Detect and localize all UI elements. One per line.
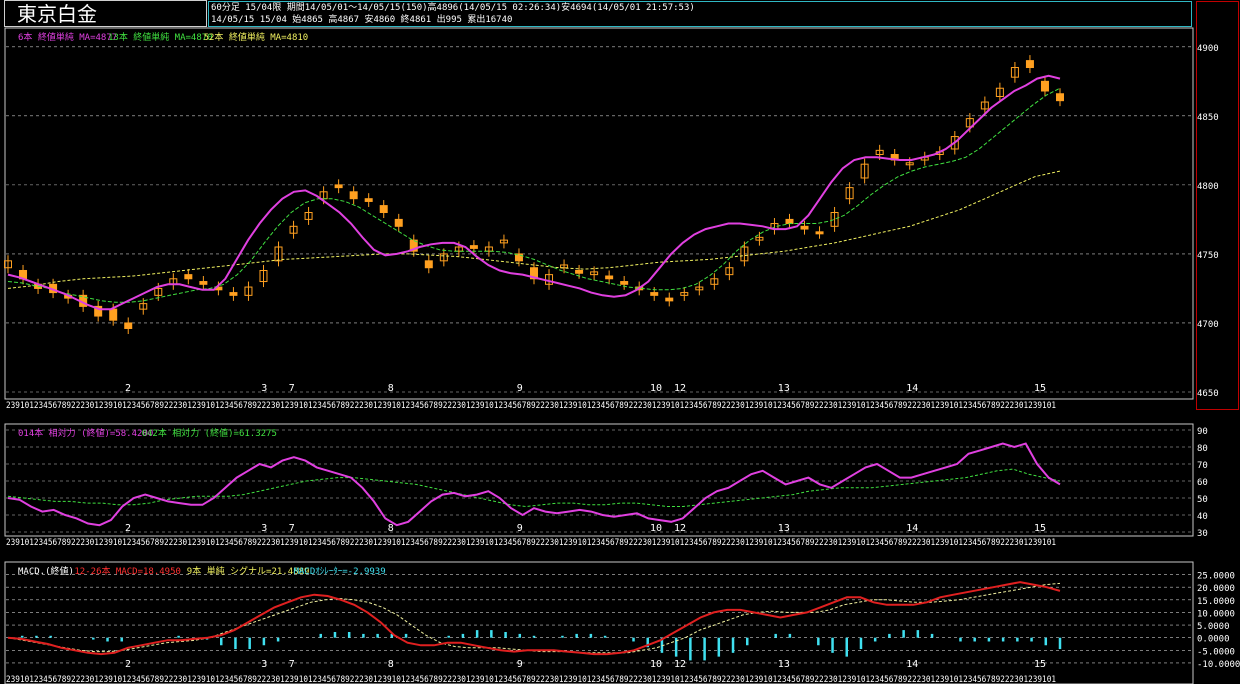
price-legend-entry: 52本 終値単純 MA=4810 xyxy=(204,31,309,43)
macd-date-label: 3 xyxy=(261,659,267,670)
price-date-label: 12 xyxy=(674,383,686,394)
candle-body xyxy=(124,322,133,329)
macd-date-label: 10 xyxy=(650,659,662,670)
macd-date-label: 9 xyxy=(517,659,523,670)
rsi-legend-entry: 014本 相対力 (終値)=58.4200 xyxy=(18,427,153,439)
rsi-hour-axis-labels: 2391012345678922230123910123456789222301… xyxy=(6,538,1056,548)
rsi-y-tick-label: 90 xyxy=(1197,427,1208,437)
rsi-date-label: 15 xyxy=(1034,523,1046,534)
price-legend-entry: 6本 終値単純 MA=4877 xyxy=(18,31,117,43)
macd-y-tick-label: 20.0000 xyxy=(1197,584,1235,594)
price-y-tick-label: 4800 xyxy=(1197,182,1219,192)
rsi-y-tick-label: 60 xyxy=(1197,478,1208,488)
macd-y-tick-label: 25.0000 xyxy=(1197,572,1235,582)
chart-canvas: 4900485048004750470046506本 終値単純 MA=48771… xyxy=(4,27,1240,684)
macd-y-tick-label: 0.0000 xyxy=(1197,635,1230,645)
macd-date-label: 12 xyxy=(674,659,686,670)
macd-date-label: 8 xyxy=(388,659,394,670)
candle-body xyxy=(1025,60,1034,69)
candle-body xyxy=(1040,80,1049,92)
price-y-tick-label: 4850 xyxy=(1197,113,1219,123)
candle-body xyxy=(379,205,388,214)
macd-date-label: 2 xyxy=(125,659,131,670)
rsi-y-tick-label: 50 xyxy=(1197,495,1208,505)
candle-body xyxy=(334,184,343,189)
candle-body xyxy=(785,218,794,225)
price-y-tick-label: 4750 xyxy=(1197,251,1219,261)
macd-date-label: 7 xyxy=(289,659,295,670)
rsi-date-label: 3 xyxy=(261,523,267,534)
candle-body xyxy=(620,281,629,285)
price-legend-entry: 13本 終値単純 MA=4870 xyxy=(108,31,213,43)
rsi-date-label: 9 xyxy=(517,523,523,534)
price-date-label: 2 xyxy=(125,383,131,394)
macd-line xyxy=(7,581,1061,656)
price-date-label: 7 xyxy=(289,383,295,394)
rsi-date-label: 14 xyxy=(906,523,918,534)
candle-body xyxy=(1056,93,1064,102)
candle-body xyxy=(665,297,674,302)
macd-date-label: 13 xyxy=(778,659,790,670)
macd-legend-entry: 12-26本 MACD=18.4950 xyxy=(74,565,181,577)
macd-y-tick-label: 15.0000 xyxy=(1197,597,1235,607)
macd-legend-entry: 9本 単純 シグナル=21.4889 xyxy=(187,565,310,577)
macd-legend-entry: MACD.(終値) xyxy=(18,565,74,577)
price-date-label: 9 xyxy=(517,383,523,394)
price-hour-axis-labels: 2391012345678922230123910123456789222301… xyxy=(6,401,1056,411)
rsi-date-label: 10 xyxy=(650,523,662,534)
candle-body xyxy=(199,281,208,285)
rsi-chart-panel: 90 80 70 60 50 40 30 014本 相対力 (終値)=58.4200042本 … xyxy=(4,423,1208,548)
candle-body xyxy=(605,275,614,280)
price-y-tick-label: 4700 xyxy=(1197,320,1219,330)
rsi-y-tick-label: 30 xyxy=(1197,529,1208,539)
candle-body xyxy=(800,225,809,230)
macd-y-tick-label: 10.0000 xyxy=(1197,609,1235,619)
macd-hour-axis-labels: 2391012345678922230123910123456789222301… xyxy=(6,675,1056,684)
candle-body xyxy=(229,292,238,296)
rsi-y-tick-label: 40 xyxy=(1197,512,1208,522)
rsi-legend-entry: 042本 相対力 (終値)=61.3275 xyxy=(142,427,277,439)
candle-body xyxy=(650,292,659,296)
candle-body xyxy=(184,274,193,280)
macd-signal-line xyxy=(7,582,1061,654)
price-date-label: 15 xyxy=(1034,383,1046,394)
candle-body xyxy=(815,231,824,235)
price-date-label: 14 xyxy=(906,383,918,394)
macd-y-tick-label: -10.0000 xyxy=(1197,660,1240,670)
price-date-label: 10 xyxy=(650,383,662,394)
price-date-label: 8 xyxy=(388,383,394,394)
candle-body xyxy=(349,191,358,200)
price-date-label: 3 xyxy=(261,383,267,394)
price-date-label: 13 xyxy=(778,383,790,394)
price-chart-panel: 4900485048004750470046506本 終値単純 MA=48771… xyxy=(4,27,1219,411)
macd-date-label: 15 xyxy=(1034,659,1046,670)
price-frame-border xyxy=(4,27,1194,400)
rsi-date-label: 12 xyxy=(674,523,686,534)
rsi-y-tick-label: 70 xyxy=(1197,461,1208,471)
candle-body xyxy=(469,245,478,249)
candle-body xyxy=(394,218,403,227)
rsi-date-label: 2 xyxy=(125,523,131,534)
rsi-date-label: 8 xyxy=(388,523,394,534)
rsi-y-tick-label: 80 xyxy=(1197,444,1208,454)
candle-body xyxy=(424,260,433,269)
rsi-frame-border xyxy=(4,423,1194,537)
macd-chart-panel: 25.0000 20.0000 15.0000 10.0000 5.0000 0.0000… xyxy=(4,561,1240,684)
candle-body xyxy=(364,198,373,202)
macd-legend-entry: MACDｵｼﾚｰﾀｰ=-2.9939 xyxy=(294,566,386,577)
candle-body xyxy=(575,269,584,274)
macd-frame-border xyxy=(4,561,1194,684)
macd-y-tick-label: -5.0000 xyxy=(1197,647,1235,657)
rsi-date-label: 13 xyxy=(778,523,790,534)
macd-date-label: 14 xyxy=(906,659,918,670)
rsi-date-label: 7 xyxy=(289,523,295,534)
price-y-tick-label: 4650 xyxy=(1197,389,1219,399)
macd-y-tick-label: 5.0000 xyxy=(1197,622,1230,632)
candle-body xyxy=(109,308,118,321)
price-y-tick-label: 4900 xyxy=(1197,44,1219,54)
